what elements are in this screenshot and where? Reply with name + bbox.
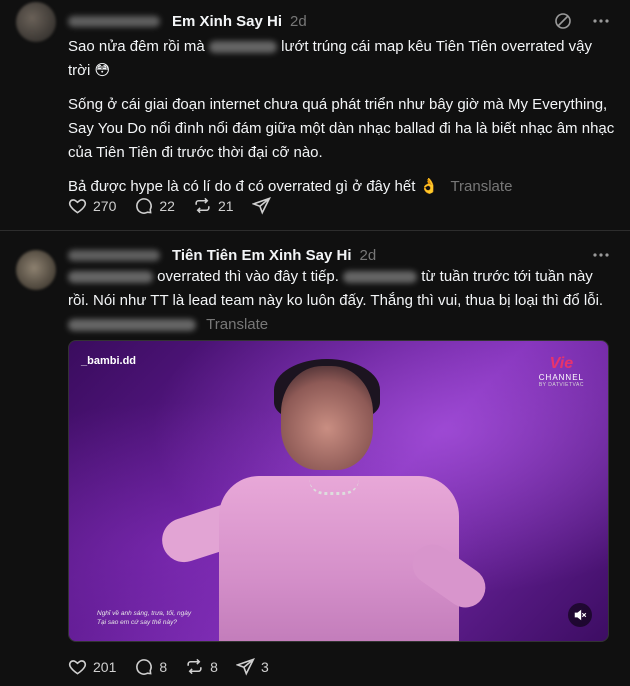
repost-count: 8 bbox=[210, 658, 218, 675]
like-button[interactable]: 270 bbox=[68, 196, 116, 215]
video-player[interactable]: _bambi.dd Vie CHANNEL BY DATVIETVAC Nghĩ… bbox=[68, 340, 609, 642]
post-1-actions: 270 22 21 bbox=[68, 196, 295, 215]
share-count: 3 bbox=[260, 658, 269, 675]
post-1-header: Em Xinh Say Hi 2d bbox=[68, 11, 307, 31]
blurred-text bbox=[68, 319, 196, 332]
post-divider bbox=[0, 230, 630, 231]
blurred-text bbox=[208, 41, 277, 54]
timestamp[interactable]: 2d bbox=[360, 247, 377, 264]
comment-button[interactable]: 22 bbox=[134, 196, 175, 215]
comment-count: 22 bbox=[159, 197, 175, 214]
share-button[interactable]: 3 bbox=[235, 657, 269, 676]
line-2: rồi. Nói như TT là lead team này ko luôn… bbox=[68, 292, 604, 309]
repost-icon bbox=[187, 658, 202, 675]
repost-button[interactable]: 21 bbox=[193, 196, 234, 215]
avatar[interactable] bbox=[16, 250, 56, 290]
mute-notifications-icon[interactable] bbox=[554, 12, 572, 35]
post-2-actions: 201 8 8 3 bbox=[68, 657, 287, 676]
line-1-mid: overrated thì vào đây t tiếp. bbox=[157, 268, 339, 285]
translate-link[interactable]: Translate bbox=[450, 178, 512, 195]
paragraph-1-start: Sao nửa đêm rồi mà bbox=[68, 38, 205, 55]
paragraph-3-text: Bả được hype là có lí do đ có overrated … bbox=[68, 178, 439, 195]
logo-sub: BY DATVIETVAC bbox=[538, 382, 584, 388]
share-button[interactable] bbox=[251, 196, 277, 215]
blurred-text bbox=[343, 271, 418, 284]
post-2-header: Tiên Tiên Em Xinh Say Hi 2d bbox=[68, 245, 376, 265]
repost-count: 21 bbox=[217, 197, 234, 214]
line-3: Translate bbox=[68, 313, 618, 337]
blurred-text bbox=[68, 271, 153, 284]
channel-logo: Vie CHANNEL BY DATVIETVAC bbox=[539, 355, 584, 388]
comment-icon bbox=[136, 659, 153, 675]
paragraph-1-end: lướt trúng cái map kêu Tiên Tiên overrat… bbox=[281, 38, 592, 55]
subtitle-line-2: Tại sao em cứ say thế này? bbox=[97, 619, 177, 626]
video-watermark: _bambi.dd bbox=[81, 355, 137, 367]
logo-channel: CHANNEL bbox=[538, 373, 584, 382]
performer-face bbox=[281, 366, 373, 470]
line-1-end: từ tuần trước tới tuần này bbox=[421, 268, 593, 285]
share-icon bbox=[235, 657, 255, 676]
like-count: 201 bbox=[93, 658, 117, 675]
speaker-muted-icon bbox=[574, 609, 587, 621]
paragraph-1-line2: trời 😳 bbox=[68, 62, 111, 79]
timestamp[interactable]: 2d bbox=[290, 13, 307, 30]
repost-button[interactable]: 8 bbox=[185, 657, 218, 676]
heart-icon bbox=[68, 660, 87, 675]
video-subtitle: Nghĩ về anh sáng, trưa, tối, ngày Tại sa… bbox=[97, 609, 191, 627]
like-count: 270 bbox=[93, 197, 117, 214]
subtitle-line-1: Nghĩ về anh sáng, trưa, tối, ngày bbox=[97, 610, 192, 617]
translate-link[interactable]: Translate bbox=[206, 316, 268, 333]
comment-count: 8 bbox=[159, 658, 168, 675]
blurred-handle bbox=[68, 249, 160, 261]
share-icon bbox=[251, 196, 271, 215]
username[interactable]: Em Xinh Say Hi bbox=[172, 13, 282, 30]
logo-brand: Vie bbox=[549, 355, 574, 372]
like-button[interactable]: 201 bbox=[68, 657, 116, 676]
comment-button[interactable]: 8 bbox=[134, 657, 167, 676]
more-options-icon[interactable] bbox=[592, 12, 610, 35]
comment-icon bbox=[136, 198, 153, 214]
blurred-handle bbox=[68, 15, 160, 27]
post-2-text: overrated thì vào đây t tiếp. từ tuần tr… bbox=[68, 265, 618, 337]
paragraph-1: Sao nửa đêm rồi mà lướt trúng cái map kê… bbox=[68, 35, 618, 83]
repost-icon bbox=[195, 197, 210, 214]
paragraph-2: Sống ở cái giai đoạn internet chưa quá p… bbox=[68, 96, 615, 161]
mute-toggle[interactable] bbox=[568, 603, 592, 627]
line-1: overrated thì vào đây t tiếp. từ tuần tr… bbox=[68, 265, 618, 289]
username[interactable]: Tiên Tiên Em Xinh Say Hi bbox=[172, 247, 352, 264]
avatar[interactable] bbox=[16, 2, 56, 42]
post-1-text: Sao nửa đêm rồi mà lướt trúng cái map kê… bbox=[68, 35, 618, 199]
heart-icon bbox=[68, 199, 87, 214]
